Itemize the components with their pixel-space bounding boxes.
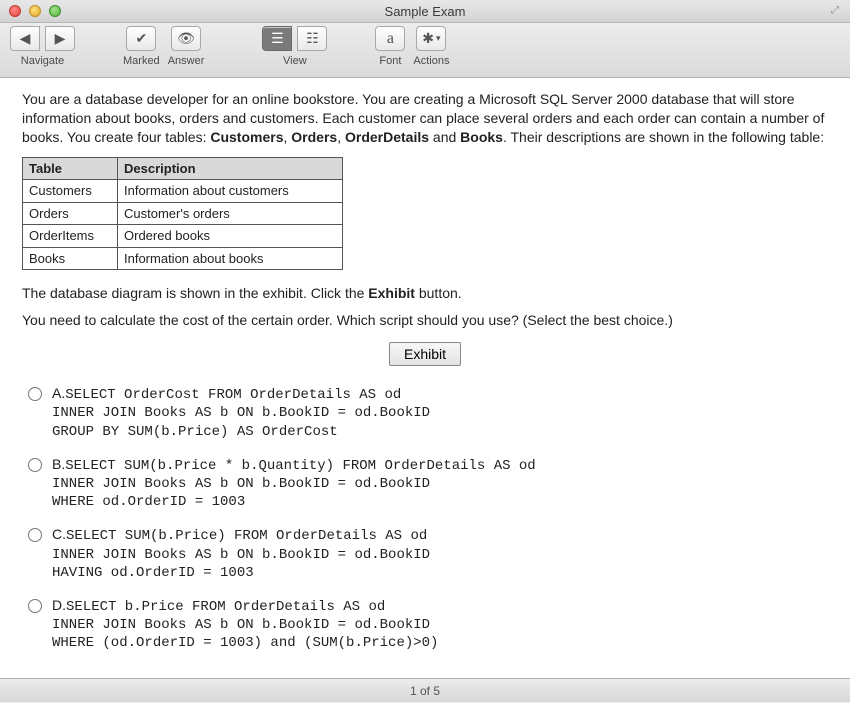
font-label: Font	[379, 55, 401, 67]
exhibit-button[interactable]: Exhibit	[389, 342, 461, 366]
th-table: Table	[23, 157, 118, 180]
actions-group: ✱▾ Actions	[413, 26, 449, 67]
window-title: Sample Exam	[0, 4, 850, 19]
view-label: View	[283, 55, 307, 67]
nav-back-button[interactable]: ◀	[10, 26, 40, 51]
bold-books: Books	[460, 129, 503, 145]
choice-c: C.SELECT SUM(b.Price) FROM OrderDetails …	[28, 525, 828, 582]
marked-group: ✔ Marked	[123, 26, 160, 67]
chevron-down-icon: ▾	[436, 33, 441, 44]
choice-b: B.SELECT SUM(b.Price * b.Quantity) FROM …	[28, 455, 828, 512]
font-icon: a	[387, 30, 394, 48]
marked-label: Marked	[123, 55, 160, 67]
gear-icon: ✱	[422, 30, 434, 47]
font-button[interactable]: a	[375, 26, 405, 51]
view-group: ☰ ☷ View	[262, 26, 327, 67]
bold-exhibit: Exhibit	[368, 285, 415, 301]
choice-code: SELECT OrderCost FROM OrderDetails AS od…	[52, 387, 430, 439]
choice-c-radio[interactable]	[28, 528, 42, 542]
actions-button[interactable]: ✱▾	[416, 26, 446, 51]
choice-d-radio[interactable]	[28, 599, 42, 613]
bold-orders: Orders	[291, 129, 337, 145]
traffic-lights	[0, 5, 61, 17]
question-prompt: You need to calculate the cost of the ce…	[22, 311, 828, 330]
tables-description: Table Description CustomersInformation a…	[22, 157, 343, 271]
question-intro: You are a database developer for an onli…	[22, 90, 828, 147]
nav-forward-button[interactable]: ▶	[45, 26, 75, 51]
th-description: Description	[118, 157, 343, 180]
choice-b-radio[interactable]	[28, 458, 42, 472]
list-icon: ☰	[271, 30, 284, 47]
eye-icon: 👁	[177, 30, 195, 47]
answer-button[interactable]: 👁	[171, 26, 201, 51]
table-row: CustomersInformation about customers	[23, 180, 343, 203]
navigate-label: Navigate	[21, 55, 64, 67]
check-icon: ✔	[135, 30, 147, 47]
actions-label: Actions	[413, 55, 449, 67]
choice-d: D.SELECT b.Price FROM OrderDetails AS od…	[28, 596, 828, 653]
choice-letter: B.	[52, 456, 65, 472]
close-icon[interactable]	[9, 5, 21, 17]
view-single-button[interactable]: ☰	[262, 26, 292, 51]
grid-icon: ☷	[306, 30, 319, 47]
choice-code: SELECT SUM(b.Price * b.Quantity) FROM Or…	[52, 458, 536, 510]
table-row: OrdersCustomer's orders	[23, 202, 343, 225]
page-indicator: 1 of 5	[410, 684, 440, 698]
font-group: a Font	[375, 26, 405, 67]
fullscreen-icon[interactable]: ⤢	[831, 5, 843, 17]
titlebar: Sample Exam ⤢	[0, 0, 850, 23]
minimize-icon[interactable]	[29, 5, 41, 17]
statusbar: 1 of 5	[0, 678, 850, 702]
question-panel: You are a database developer for an onli…	[0, 78, 850, 678]
choice-letter: A.	[52, 385, 65, 401]
zoom-icon[interactable]	[49, 5, 61, 17]
navigate-group: ◀ ▶ Navigate	[10, 26, 75, 67]
table-row: BooksInformation about books	[23, 247, 343, 270]
marked-button[interactable]: ✔	[126, 26, 156, 51]
choice-code: SELECT b.Price FROM OrderDetails AS od I…	[52, 599, 438, 651]
bold-customers: Customers	[210, 129, 283, 145]
choice-letter: C.	[52, 526, 66, 542]
answer-label: Answer	[168, 55, 205, 67]
choice-code: SELECT SUM(b.Price) FROM OrderDetails AS…	[52, 528, 430, 580]
choice-a-radio[interactable]	[28, 387, 42, 401]
choice-a: A.SELECT OrderCost FROM OrderDetails AS …	[28, 384, 828, 441]
bold-orderdetails: OrderDetails	[345, 129, 429, 145]
choices-list: A.SELECT OrderCost FROM OrderDetails AS …	[22, 384, 828, 652]
view-grid-button[interactable]: ☷	[297, 26, 327, 51]
answer-group: 👁 Answer	[168, 26, 205, 67]
toolbar: ◀ ▶ Navigate ✔ Marked 👁 Answer ☰ ☷ View …	[0, 23, 850, 78]
diagram-text: The database diagram is shown in the exh…	[22, 284, 828, 303]
table-row: OrderItemsOrdered books	[23, 225, 343, 248]
choice-letter: D.	[52, 597, 66, 613]
